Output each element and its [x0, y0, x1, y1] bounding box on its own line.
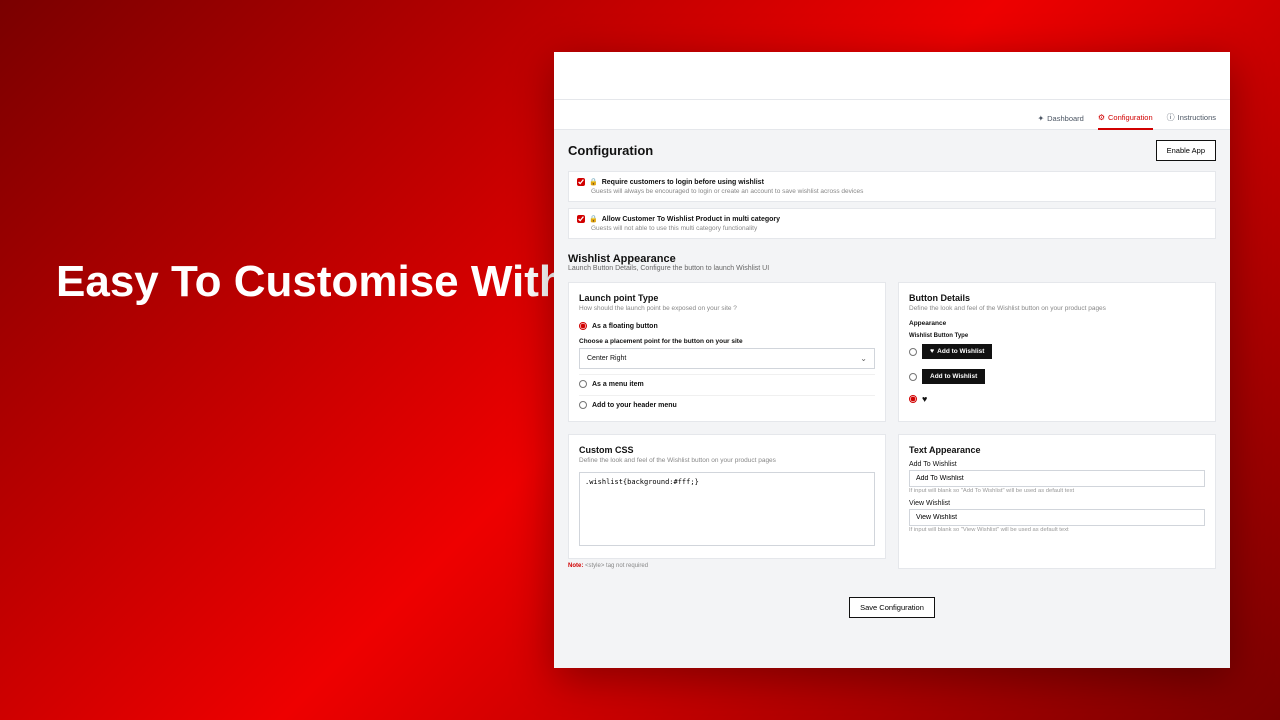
view-wishlist-hint: If input will blank so "View Wishlist" w… [909, 527, 1205, 533]
dashboard-icon: ✦ [1037, 114, 1044, 123]
preview-button-plain: Add to Wishlist [922, 369, 985, 384]
save-configuration-button[interactable]: Save Configuration [849, 597, 935, 618]
tab-configuration[interactable]: ⚙ Configuration [1098, 113, 1153, 130]
radio-label: Add to your header menu [592, 402, 677, 409]
custom-css-textarea[interactable] [579, 472, 875, 546]
chevron-down-icon: ⌄ [860, 354, 867, 363]
radio-input[interactable] [909, 373, 917, 381]
preview-button-heart: ♥ Add to Wishlist [922, 344, 992, 359]
radio-floating[interactable]: As a floating button [579, 320, 875, 332]
note-prefix: Note: [568, 563, 583, 569]
topbar [554, 52, 1230, 100]
checkbox-help: Guests will always be encouraged to logi… [591, 188, 1207, 195]
heart-icon: ♥ [922, 394, 927, 404]
select-value: Center Right [587, 355, 626, 362]
appearance-label: Appearance [909, 320, 1205, 327]
panel-heading: Custom CSS [579, 445, 875, 455]
panel-subtitle: Define the look and feel of the Wishlist… [579, 457, 875, 464]
preview-label: Add to Wishlist [930, 373, 977, 380]
content: Configuration Enable App 🔒 Require custo… [554, 130, 1230, 656]
option-multi-category: 🔒 Allow Customer To Wishlist Product in … [568, 208, 1216, 239]
section-subtitle: Launch Button Details, Configure the but… [568, 265, 1216, 272]
radio-button-style-3[interactable]: ♥ [909, 392, 1205, 406]
radio-input[interactable] [579, 322, 587, 330]
panel-text-appearance: Text Appearance Add To Wishlist If input… [898, 434, 1216, 569]
preview-label: Add to Wishlist [937, 348, 984, 355]
tab-dashboard[interactable]: ✦ Dashboard [1037, 114, 1083, 129]
multi-category-checkbox[interactable] [577, 215, 585, 223]
panel-subtitle: How should the launch point be exposed o… [579, 305, 875, 312]
panel-launch-type: Launch point Type How should the launch … [568, 282, 886, 422]
checkbox-row[interactable]: 🔒 Require customers to login before usin… [577, 178, 1207, 186]
panel-subtitle: Define the look and feel of the Wishlist… [909, 305, 1205, 312]
gear-icon: ⚙ [1098, 113, 1105, 122]
radio-label: As a menu item [592, 381, 644, 388]
radio-button-style-2[interactable]: Add to Wishlist [909, 367, 1205, 386]
app-window: ✦ Dashboard ⚙ Configuration ⓘ Instructio… [554, 52, 1230, 668]
radio-input[interactable] [579, 401, 587, 409]
add-wishlist-input[interactable] [909, 470, 1205, 487]
note-text: <style> tag not required [583, 563, 648, 569]
tab-label: Dashboard [1047, 114, 1084, 123]
view-wishlist-input[interactable] [909, 509, 1205, 526]
panel-heading: Text Appearance [909, 445, 1205, 455]
require-login-checkbox[interactable] [577, 178, 585, 186]
lock-icon: 🔒 [589, 215, 598, 223]
checkbox-row[interactable]: 🔒 Allow Customer To Wishlist Product in … [577, 215, 1207, 223]
panel-button-details: Button Details Define the look and feel … [898, 282, 1216, 422]
radio-input[interactable] [909, 348, 917, 356]
info-icon: ⓘ [1167, 112, 1175, 123]
checkbox-help: Guests will not able to use this multi c… [591, 225, 1207, 232]
add-wishlist-hint: If input will blank so "Add To Wishlist"… [909, 488, 1205, 494]
tab-instructions[interactable]: ⓘ Instructions [1167, 112, 1216, 129]
placement-select[interactable]: Center Right ⌄ [579, 348, 875, 369]
button-type-label: Wishlist Button Type [909, 333, 1205, 339]
radio-button-style-1[interactable]: ♥ Add to Wishlist [909, 342, 1205, 361]
page-title: Configuration [568, 143, 653, 158]
lock-icon: 🔒 [589, 178, 598, 186]
tab-label: Instructions [1178, 113, 1216, 122]
radio-header-menu[interactable]: Add to your header menu [579, 395, 875, 411]
section-title: Wishlist Appearance [568, 253, 1216, 265]
tab-label: Configuration [1108, 113, 1153, 122]
radio-input[interactable] [909, 395, 917, 403]
radio-label: As a floating button [592, 323, 658, 330]
option-login-required: 🔒 Require customers to login before usin… [568, 171, 1216, 202]
enable-app-button[interactable]: Enable App [1156, 140, 1216, 161]
css-note: Note: <style> tag not required [568, 563, 886, 569]
panel-custom-css: Custom CSS Define the look and feel of t… [568, 434, 886, 559]
checkbox-label: Require customers to login before using … [602, 179, 764, 186]
heart-icon: ♥ [930, 348, 934, 355]
radio-input[interactable] [579, 380, 587, 388]
checkbox-label: Allow Customer To Wishlist Product in mu… [602, 216, 780, 223]
radio-menu-item[interactable]: As a menu item [579, 374, 875, 390]
view-wishlist-label: View Wishlist [909, 500, 1205, 507]
placement-label: Choose a placement point for the button … [579, 338, 875, 345]
panel-heading: Launch point Type [579, 293, 875, 303]
panel-heading: Button Details [909, 293, 1205, 303]
add-wishlist-label: Add To Wishlist [909, 461, 1205, 468]
nav-tabs: ✦ Dashboard ⚙ Configuration ⓘ Instructio… [554, 100, 1230, 130]
